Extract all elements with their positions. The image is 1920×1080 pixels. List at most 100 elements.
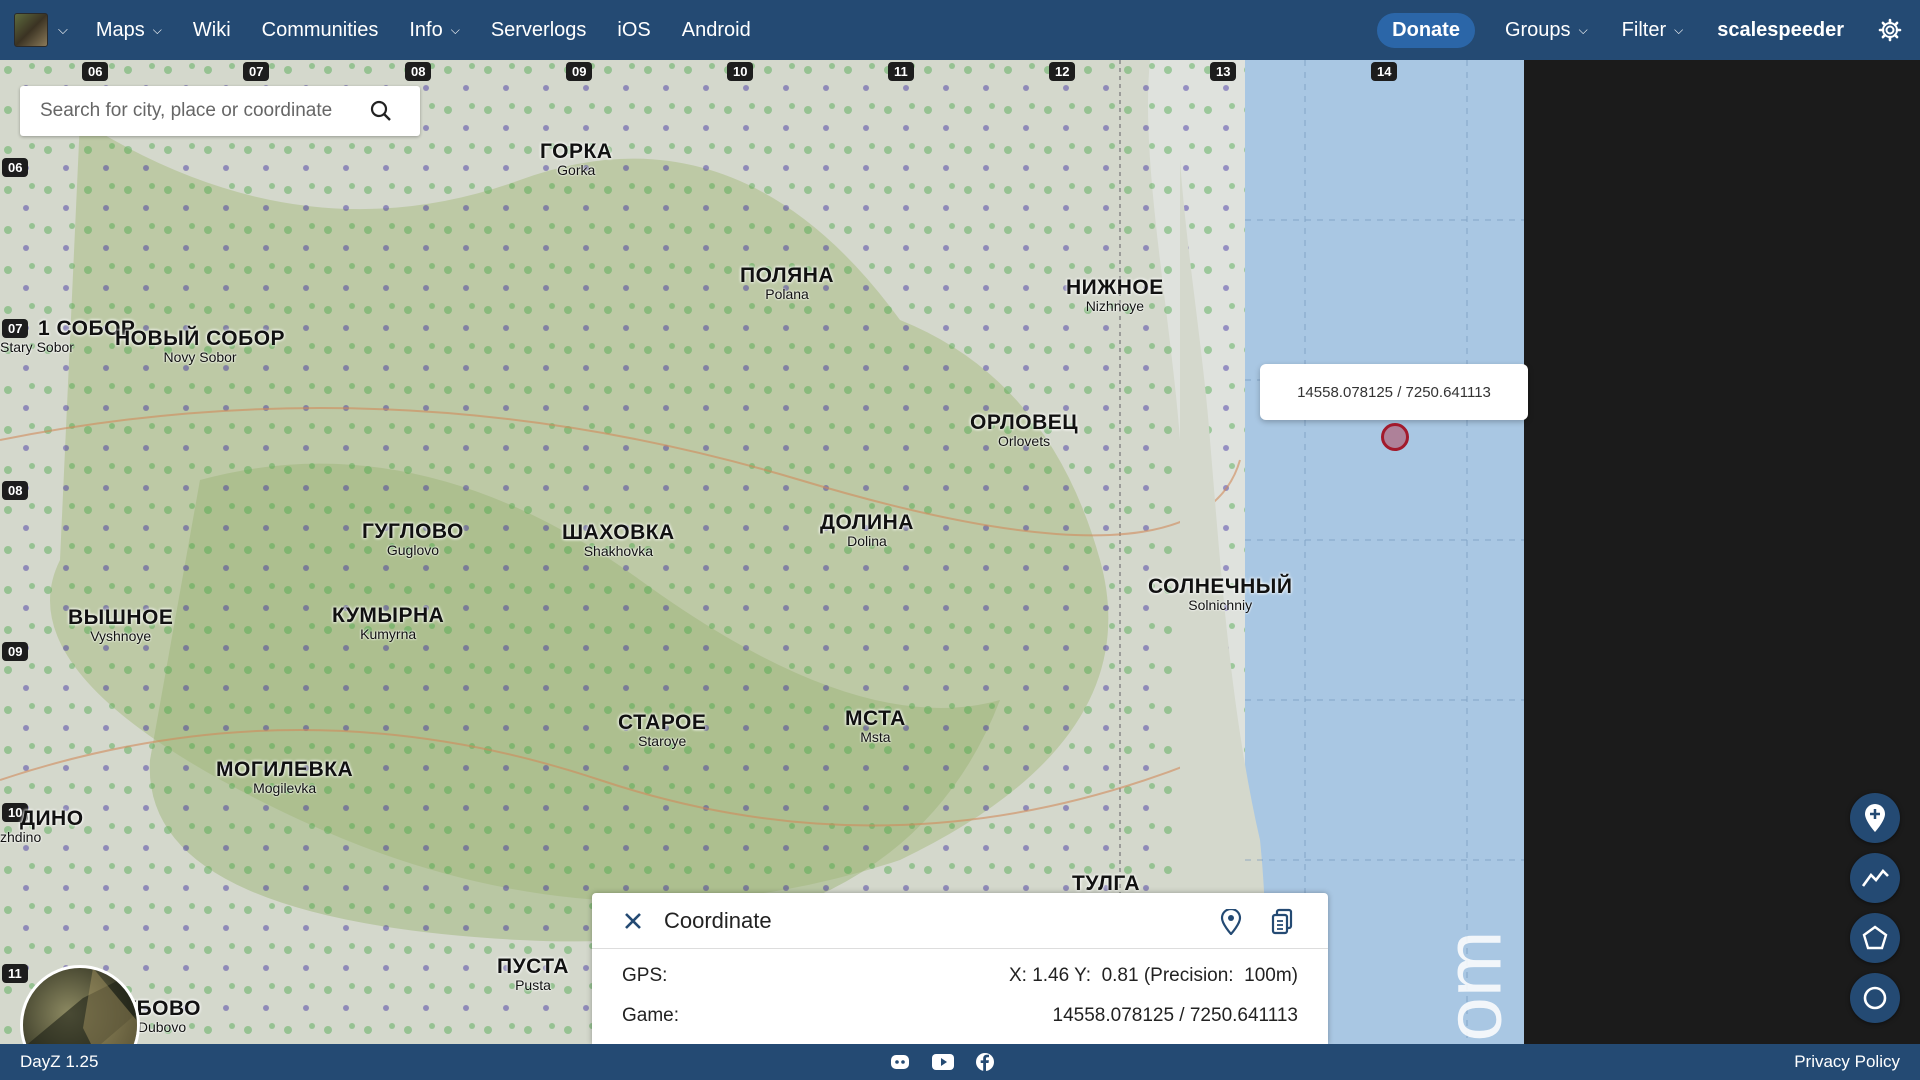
main-nav: Maps ⌵ Wiki Communities Info ⌵ Serverlogs … [96, 19, 782, 42]
nav-ios[interactable]: iOS [617, 19, 650, 42]
town-name-ru: ГУГЛОВО [362, 520, 464, 543]
town-name-ru: ПОЛЯНА [740, 264, 835, 287]
map-search [20, 86, 420, 136]
map-watermark: om [1428, 930, 1518, 1042]
logo-dropdown-icon[interactable]: ⌵ [58, 22, 68, 38]
grid-label-left: 09 [2, 642, 29, 661]
close-icon[interactable] [624, 912, 642, 930]
polyline-icon [1861, 869, 1889, 887]
town-name-ru: ТУЛГА [1072, 872, 1141, 895]
town-name-en: Dolina [847, 533, 887, 550]
grid-label-left: 08 [2, 481, 29, 500]
circle-icon [1863, 986, 1887, 1010]
town-name-ru: МОГИЛЕВКА [216, 758, 354, 781]
nav-groups[interactable]: Groups ⌵ [1505, 19, 1588, 42]
town-label[interactable]: КУМЫРНА Kumyrna [332, 604, 445, 643]
draw-line-button[interactable] [1850, 853, 1900, 903]
nav-right: Donate Groups ⌵ Filter ⌵ scalespeeder [1377, 0, 1920, 60]
town-label[interactable]: СТАРОЕ Staroye [618, 711, 707, 749]
town-name-en: Pusta [515, 977, 551, 994]
map-pin-plus-icon [1865, 804, 1885, 832]
coordinate-panel-title: Coordinate [664, 907, 772, 933]
town-label[interactable]: ОРЛОВЕЦ Orlovets [970, 411, 1079, 449]
nav-filter[interactable]: Filter ⌵ [1622, 19, 1684, 42]
town-label[interactable]: СОЛНЕЧНЫЙ Solnichniy [1148, 575, 1293, 613]
search-input[interactable] [40, 100, 370, 122]
grid-label-left: 06 [2, 158, 29, 177]
add-marker-button[interactable] [1850, 793, 1900, 843]
town-label[interactable]: ДОЛИНА Dolina [820, 511, 914, 550]
chevron-down-icon: ⌵ [152, 22, 162, 37]
grid-label-top: 09 [566, 62, 593, 81]
nav-info[interactable]: Info ⌵ [409, 19, 459, 42]
nav-serverlogs[interactable]: Serverlogs [491, 19, 587, 42]
town-name-ru: ШАХОВКА [562, 521, 675, 544]
town-label[interactable]: НИЖНОЕ Nizhnoye [1066, 276, 1164, 314]
town-name-en: Shakhovka [583, 543, 653, 560]
town-name-en: Novy Sobor [163, 349, 237, 366]
coordinate-marker[interactable] [1381, 423, 1409, 451]
privacy-policy-link[interactable]: Privacy Policy [1794, 1052, 1900, 1072]
youtube-icon[interactable] [932, 1054, 954, 1070]
facebook-icon[interactable] [976, 1053, 994, 1071]
grid-label-left: 11 [2, 964, 28, 983]
town-label[interactable]: ПОЛЯНА Polana [740, 264, 835, 303]
game-version: DayZ 1.25 [20, 1052, 99, 1071]
grid-label-top: 06 [82, 62, 109, 81]
app-logo[interactable] [14, 13, 48, 47]
town-name-ru: СОЛНЕЧНЫЙ [1148, 575, 1293, 598]
town-label[interactable]: ГОРКА Gorka [540, 140, 612, 179]
town-name-en: Guglovo [386, 542, 440, 559]
town-label[interactable]: ТУЛГА [1072, 872, 1141, 895]
town-label[interactable]: НОВЫЙ СОБОР Novy Sobor [115, 327, 285, 366]
town-name-en: Kumyrna [360, 626, 417, 643]
nav-info-label: Info [409, 18, 443, 41]
grid-label-top: 11 [888, 62, 914, 81]
coordinate-tooltip: 14558.078125 / 7250.641113 [1260, 364, 1528, 420]
nav-communities[interactable]: Communities [262, 19, 379, 42]
gps-value: X: 1.46 Y: 0.81 (Precision: 100m) [1008, 965, 1298, 986]
pentagon-icon [1862, 925, 1888, 950]
nav-groups-label: Groups [1504, 18, 1571, 41]
gear-icon[interactable] [1878, 18, 1902, 42]
town-label[interactable]: ДИНО zhdino [0, 807, 84, 846]
town-name-ru: ВЫШНОЕ [68, 606, 174, 629]
footer: DayZ 1.25 Privacy Policy [0, 1044, 1920, 1080]
town-label[interactable]: МОГИЛЕВКА Mogilevka [216, 758, 354, 796]
draw-circle-button[interactable] [1850, 973, 1900, 1023]
town-label[interactable]: ГУГЛОВО Guglovo [362, 520, 464, 559]
chevron-down-icon: ⌵ [1674, 22, 1684, 37]
town-name-en: Msta [860, 729, 891, 746]
town-name-ru: КУМЫРНА [332, 604, 445, 627]
nav-maps[interactable]: Maps ⌵ [96, 19, 162, 42]
coordinate-panel-header: Coordinate [592, 893, 1328, 949]
search-icon[interactable] [370, 100, 392, 122]
town-name-ru: СТАРОЕ [618, 711, 707, 734]
donate-button[interactable]: Donate [1377, 12, 1475, 48]
town-label[interactable]: ПУСТА Pusta [497, 955, 569, 994]
town-label[interactable]: ВЫШНОЕ Vyshnoye [68, 606, 174, 644]
nav-wiki[interactable]: Wiki [193, 19, 231, 42]
game-value: 14558.078125 / 7250.641113 [1052, 1005, 1298, 1026]
town-name-ru: ДИНО [20, 807, 84, 830]
nav-maps-label: Maps [95, 18, 145, 41]
social-links [890, 1053, 994, 1071]
copy-icon[interactable] [1270, 908, 1294, 936]
town-name-ru: МСТА [845, 707, 906, 730]
user-menu[interactable]: scalespeeder [1717, 19, 1844, 42]
map-pin-icon[interactable] [1220, 909, 1242, 935]
town-label[interactable]: ШАХОВКА Shakhovka [562, 521, 675, 560]
grid-label-top: 14 [1371, 62, 1398, 81]
town-name-ru: НИЖНОЕ [1066, 276, 1164, 299]
town-label[interactable]: МСТА Msta [845, 707, 906, 746]
town-name-en: Polana [765, 286, 809, 303]
town-name-en: Gorka [557, 162, 596, 179]
discord-icon[interactable] [890, 1053, 910, 1071]
gps-label: GPS: [622, 965, 668, 986]
draw-polygon-button[interactable] [1850, 913, 1900, 963]
nav-android[interactable]: Android [682, 19, 751, 42]
top-navbar: ⌵ Maps ⌵ Wiki Communities Info ⌵ Serverlog… [0, 0, 1920, 60]
town-name-ru: ОРЛОВЕЦ [970, 411, 1079, 434]
town-name-en: zhdino [0, 829, 42, 846]
grid-label-top: 07 [243, 62, 270, 81]
